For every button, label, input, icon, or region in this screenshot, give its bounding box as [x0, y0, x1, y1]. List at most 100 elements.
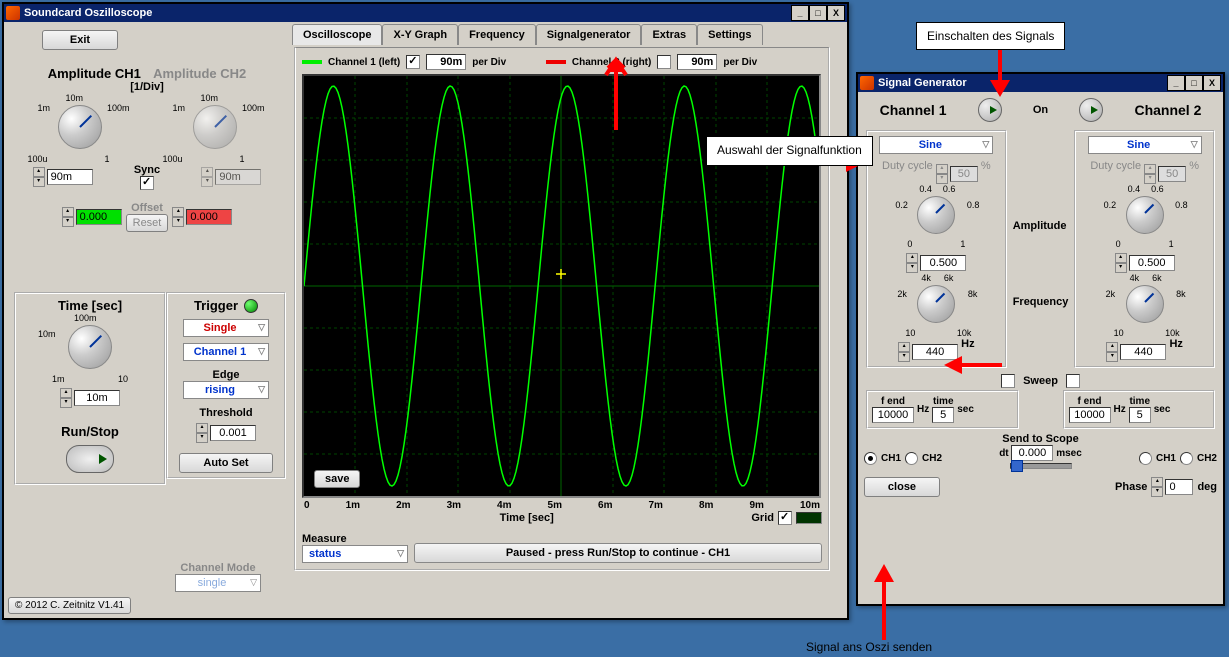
edge-dropdown[interactable]: rising	[183, 381, 269, 399]
ch2-sweep-time-input[interactable]: 5	[1129, 407, 1151, 423]
ch1-frequency-knob[interactable]	[917, 285, 955, 323]
sweep-label: Sweep	[1023, 375, 1058, 387]
ch1-legend: Channel 1 (left)	[328, 57, 400, 68]
ch1-send-ch2-radio[interactable]	[905, 452, 918, 465]
tab-signalgenerator[interactable]: Signalgenerator	[536, 24, 642, 45]
time-knob[interactable]	[68, 325, 112, 369]
autoset-button[interactable]: Auto Set	[179, 453, 273, 473]
phase-spinner[interactable]: ▴▾ 0	[1151, 477, 1193, 497]
siggen-title: Signal Generator	[878, 77, 1167, 89]
trigger-label: Trigger	[194, 298, 238, 313]
reset-button[interactable]: Reset	[126, 214, 169, 232]
on-label: On	[1033, 104, 1048, 116]
runstop-button[interactable]	[66, 445, 114, 473]
siggen-titlebar: Signal Generator _ □ X	[858, 74, 1223, 92]
close-button[interactable]: X	[827, 5, 845, 21]
amplitude-ch2-knob[interactable]	[193, 105, 237, 149]
ch1-amp-spinner[interactable]: ▴▾ 0.500	[906, 253, 966, 273]
amplitude-ch2-label: Amplitude CH2	[153, 66, 246, 81]
amplitude-label: Amplitude	[1013, 220, 1069, 232]
tab-frequency[interactable]: Frequency	[458, 24, 536, 45]
ch1-waveform-dropdown[interactable]: Sine	[879, 136, 993, 154]
ch1-div-input[interactable]: 90m	[426, 54, 466, 70]
send-to-scope-label: Send to Scope	[864, 433, 1217, 445]
div-label: [1/Div]	[12, 81, 282, 93]
grid-color-swatch[interactable]	[796, 512, 822, 524]
offset2-spinner[interactable]: ▴▾ 0.000	[172, 207, 232, 227]
ch2-visible-checkbox[interactable]	[657, 55, 671, 69]
exit-button[interactable]: Exit	[42, 30, 118, 50]
siggen-ch1-label: Channel 1	[880, 102, 947, 118]
ch2-sweep-checkbox[interactable]	[1066, 374, 1080, 388]
ch2-frequency-knob[interactable]	[1126, 285, 1164, 323]
arrow-to-frequency-knob	[942, 350, 1002, 380]
ch1-visible-checkbox[interactable]	[406, 55, 420, 69]
threshold-label: Threshold	[172, 407, 280, 419]
ch2-amplitude-knob[interactable]	[1126, 196, 1164, 234]
amplitude-ch1-label: Amplitude CH1	[48, 66, 141, 81]
tab-settings[interactable]: Settings	[697, 24, 762, 45]
grid-checkbox[interactable]	[778, 511, 792, 525]
maximize-button[interactable]: □	[809, 5, 827, 21]
trigger-mode-dropdown[interactable]: Single	[183, 319, 269, 337]
offset1-spinner[interactable]: ▴▾ 0.000	[62, 207, 122, 227]
tab-oscilloscope[interactable]: Oscilloscope	[292, 24, 382, 45]
channel-mode-dropdown[interactable]: single	[175, 574, 261, 592]
amp2-spinner: ▴▾ 90m	[201, 167, 261, 187]
dt-slider[interactable]	[1010, 463, 1072, 469]
ch2-div-input[interactable]: 90m	[677, 54, 717, 70]
threshold-spinner[interactable]: ▴▾ 0.001	[196, 423, 256, 443]
tabs: Oscilloscope X-Y Graph Frequency Signalg…	[292, 24, 832, 45]
save-button[interactable]: save	[314, 470, 360, 488]
xaxis-label: Time [sec]	[302, 512, 751, 524]
trigger-channel-dropdown[interactable]: Channel 1	[183, 343, 269, 361]
oscilloscope-titlebar: Soundcard Oszilloscope _ □ X	[4, 4, 847, 22]
ch2-color-swatch	[546, 60, 566, 64]
signal-generator-window: Signal Generator _ □ X Channel 1 On Chan…	[856, 72, 1225, 606]
amp1-spinner[interactable]: ▴▾ 90m	[33, 167, 93, 187]
ch2-amp-spinner[interactable]: ▴▾ 0.500	[1115, 253, 1175, 273]
ch1-color-swatch	[302, 60, 322, 64]
offset-label: Offset	[126, 202, 169, 214]
siggen-ch2-label: Channel 2	[1134, 102, 1201, 118]
trigger-led	[244, 299, 258, 313]
siggen-maximize[interactable]: □	[1185, 75, 1203, 91]
dt-input[interactable]: 0.000	[1011, 445, 1053, 461]
ch2-freq-spinner[interactable]: ▴▾ 440	[1106, 342, 1166, 362]
ch1-fend-input[interactable]: 10000	[872, 407, 914, 423]
siggen-icon	[860, 76, 874, 90]
ch2-waveform-dropdown[interactable]: Sine	[1088, 136, 1202, 154]
ch2-fend-input[interactable]: 10000	[1069, 407, 1111, 423]
siggen-minimize[interactable]: _	[1167, 75, 1185, 91]
ch1-sweep-time-input[interactable]: 5	[932, 407, 954, 423]
tab-xygraph[interactable]: X-Y Graph	[382, 24, 458, 45]
ch2-power-button[interactable]	[1079, 98, 1103, 122]
phase-label: Phase	[1115, 481, 1147, 493]
siggen-close[interactable]: X	[1203, 75, 1221, 91]
measure-dropdown[interactable]: status	[302, 545, 408, 563]
app-icon	[6, 6, 20, 20]
arrow-to-ch-select	[864, 560, 904, 640]
ch1-send-ch1-radio[interactable]	[864, 452, 877, 465]
annotation-signal-senden: Signal ans Oszi senden	[806, 640, 932, 654]
channel-mode-label: Channel Mode	[164, 562, 272, 574]
minimize-button[interactable]: _	[791, 5, 809, 21]
tab-extras[interactable]: Extras	[641, 24, 697, 45]
frequency-label: Frequency	[1013, 296, 1069, 308]
arrow-to-signalgen-tab	[596, 50, 636, 130]
amplitude-ch1-knob[interactable]	[58, 105, 102, 149]
sync-checkbox[interactable]	[140, 176, 154, 190]
measure-label: Measure	[302, 533, 408, 545]
oscilloscope-window: Soundcard Oszilloscope _ □ X Exit Amplit…	[2, 2, 849, 620]
annotation-auswahl: Auswahl der Signalfunktion	[706, 136, 873, 166]
ch2-send-ch1-radio[interactable]	[1139, 452, 1152, 465]
ch1-sweep-checkbox[interactable]	[1001, 374, 1015, 388]
time-spinner[interactable]: ▴▾ 10m	[60, 388, 120, 408]
ch1-amplitude-knob[interactable]	[917, 196, 955, 234]
arrow-to-power-on	[980, 42, 1020, 102]
siggen-close-button[interactable]: close	[864, 477, 940, 497]
ch2-send-ch2-radio[interactable]	[1180, 452, 1193, 465]
ch2-duty-spinner: ▴▾ 50	[1144, 164, 1186, 184]
annotation-einschalten: Einschalten des Signals	[916, 22, 1065, 50]
xaxis-ticks: 01m 2m3m 4m5m 6m7m 8m9m 10m	[302, 500, 822, 511]
